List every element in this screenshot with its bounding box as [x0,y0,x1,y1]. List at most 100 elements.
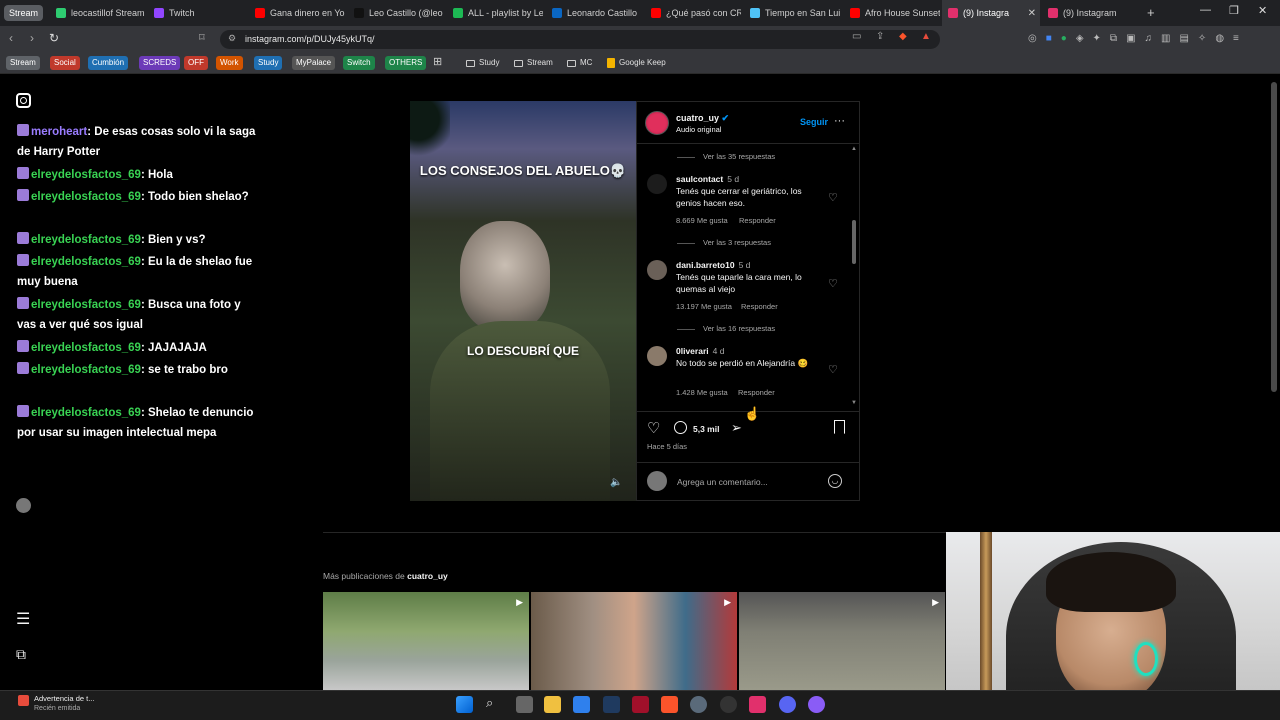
cast-icon[interactable]: ▭ [852,31,861,42]
browser-tab[interactable]: ALL - playlist by Le [447,0,543,26]
bookmark-page-icon[interactable]: ⌑ [199,31,205,44]
rewards-icon[interactable]: ▲ [921,31,931,42]
follow-button[interactable]: Seguir [800,117,828,127]
bookmark-chip[interactable]: OFF [184,56,208,70]
comments-scrollbar[interactable]: ▲ ▼ [851,146,857,408]
task-view-icon[interactable] [516,696,533,713]
reload-icon[interactable]: ↻ [49,31,59,45]
extension-icon[interactable]: ◎ [1028,33,1037,47]
leo-icon[interactable]: ✧ [1198,33,1206,47]
instagram-logo-icon[interactable] [16,93,31,108]
browser-tab[interactable]: leocastillof Stream [50,0,146,26]
like-icon[interactable]: ♡ [647,419,660,437]
menu-hamburger-icon[interactable]: ☰ [16,609,30,629]
browser-tab[interactable]: Leonardo Castillo [546,0,642,26]
scroll-down-arrow[interactable]: ▼ [851,400,857,406]
author-username[interactable]: cuatro_uy ✔ [676,113,729,124]
bookmark-chip[interactable]: Switch [343,56,375,70]
reply-button[interactable]: Responder [739,216,776,225]
page-scrollbar[interactable] [1271,82,1277,392]
commenter-username[interactable]: dani.barreto10 [676,260,735,270]
post-video[interactable]: LOS CONSEJOS DEL ABUELO💀 LO DESCUBRÍ QUE… [410,101,636,501]
post-thumbnail[interactable]: ▶ [531,592,737,690]
bookmark-chip[interactable]: MyPalace [292,56,336,70]
scroll-thumb[interactable] [852,220,856,264]
comment-like-icon[interactable]: ♡ [828,363,838,376]
browser-tab[interactable]: Leo Castillo (@leo [348,0,444,26]
puzzle-icon[interactable]: ⧉ [1110,33,1117,47]
tiktok-icon[interactable] [749,696,766,713]
commenter-avatar[interactable] [647,260,667,280]
extension-icon[interactable]: ◈ [1076,33,1084,47]
minimize-icon[interactable]: — [1200,4,1211,16]
comment-likes[interactable]: 8.669 Me gusta [676,216,728,225]
browser-tab[interactable]: Tiempo en San Lui [744,0,840,26]
audio-label[interactable]: Audio original [676,125,721,134]
extension-icon[interactable]: ▣ [1126,33,1135,47]
bookmark-folder-mc[interactable]: MC [567,56,592,70]
close-tab-icon[interactable]: ✕ [1028,8,1036,19]
apps-grid-icon[interactable]: ⊞ [433,55,442,68]
commenter-username[interactable]: saulcontact [676,174,723,184]
author-avatar[interactable] [645,111,669,135]
url-text[interactable]: instagram.com/p/DUJy45ykUTq/ [245,34,375,44]
wallet-icon[interactable]: ▤ [1179,33,1188,47]
bookmark-google-keep[interactable]: Google Keep [607,56,666,70]
obs-icon[interactable] [720,696,737,713]
bookmark-folder-study[interactable]: Study [466,56,499,70]
volume-icon[interactable]: 🔈 [610,477,622,488]
vpn-icon[interactable]: ◍ [1215,33,1224,47]
emoji-icon[interactable]: ◡ [828,474,842,488]
menu-icon[interactable]: ≡ [1233,33,1239,47]
store-icon[interactable] [573,696,590,713]
comment-like-icon[interactable]: ♡ [828,191,838,204]
bookmark-chip[interactable]: Social [50,56,80,70]
discord-icon[interactable] [779,696,796,713]
more-posts-author[interactable]: cuatro_uy [407,571,448,581]
more-apps-icon[interactable]: ⧉ [16,646,26,663]
messenger-icon[interactable] [808,696,825,713]
reply-button[interactable]: Responder [741,302,778,311]
windows-start-icon[interactable] [456,696,473,713]
extension-icon[interactable]: ● [1061,33,1067,47]
browser-tab[interactable]: (9) Instagram [1042,0,1138,26]
reply-button[interactable]: Responder [738,388,775,397]
bookmark-chip[interactable]: OTHERS [385,56,427,70]
close-window-icon[interactable]: ✕ [1258,4,1267,17]
browser-tab[interactable]: Twitch [148,0,244,26]
view-replies-link[interactable]: Ver las 16 respuestas [677,324,775,333]
browser-tab[interactable]: Afro House Sunset [844,0,940,26]
file-explorer-icon[interactable] [544,696,561,713]
commenter-avatar[interactable] [647,174,667,194]
scroll-up-arrow[interactable]: ▲ [851,146,857,152]
view-replies-link[interactable]: Ver las 35 respuestas [677,152,775,161]
bookmark-chip[interactable]: Cumbión [88,56,129,70]
settings-icon[interactable] [690,696,707,713]
forward-icon[interactable]: › [30,31,34,45]
post-thumbnail[interactable]: ▶ [323,592,529,690]
comment-likes[interactable]: 1.428 Me gusta [676,388,728,397]
bookmark-chip[interactable]: SCREDS [139,56,181,70]
maximize-icon[interactable]: ❐ [1229,4,1239,17]
site-info-icon[interactable]: ⚙ [228,33,236,44]
comment-likes[interactable]: 13.197 Me gusta [676,302,732,311]
profile-avatar[interactable] [16,498,31,513]
tab-group-chip[interactable]: Stream [4,5,44,21]
post-thumbnail[interactable]: ▶ [739,592,945,690]
bookmark-folder-stream[interactable]: Stream [514,56,553,70]
back-icon[interactable]: ‹ [9,31,13,45]
comment-input[interactable]: Agrega un comentario... [677,477,768,487]
more-options-icon[interactable]: ··· [834,115,845,127]
commenter-username[interactable]: 0liverari [676,346,709,356]
share-icon[interactable]: ⇪ [876,31,884,42]
extension-icon[interactable]: ■ [1046,33,1052,47]
extension-icon[interactable]: ✦ [1093,33,1101,47]
share-icon[interactable]: ➢ [731,420,742,436]
brave-shield-icon[interactable]: ◆ [899,31,907,42]
app-icon[interactable] [603,696,620,713]
bookmark-chip[interactable]: Stream [6,56,40,70]
browser-tab[interactable]: Gana dinero en Yo [249,0,345,26]
comment-like-icon[interactable]: ♡ [828,277,838,290]
music-icon[interactable]: ♫ [1145,33,1153,47]
comment-icon[interactable] [674,421,687,434]
